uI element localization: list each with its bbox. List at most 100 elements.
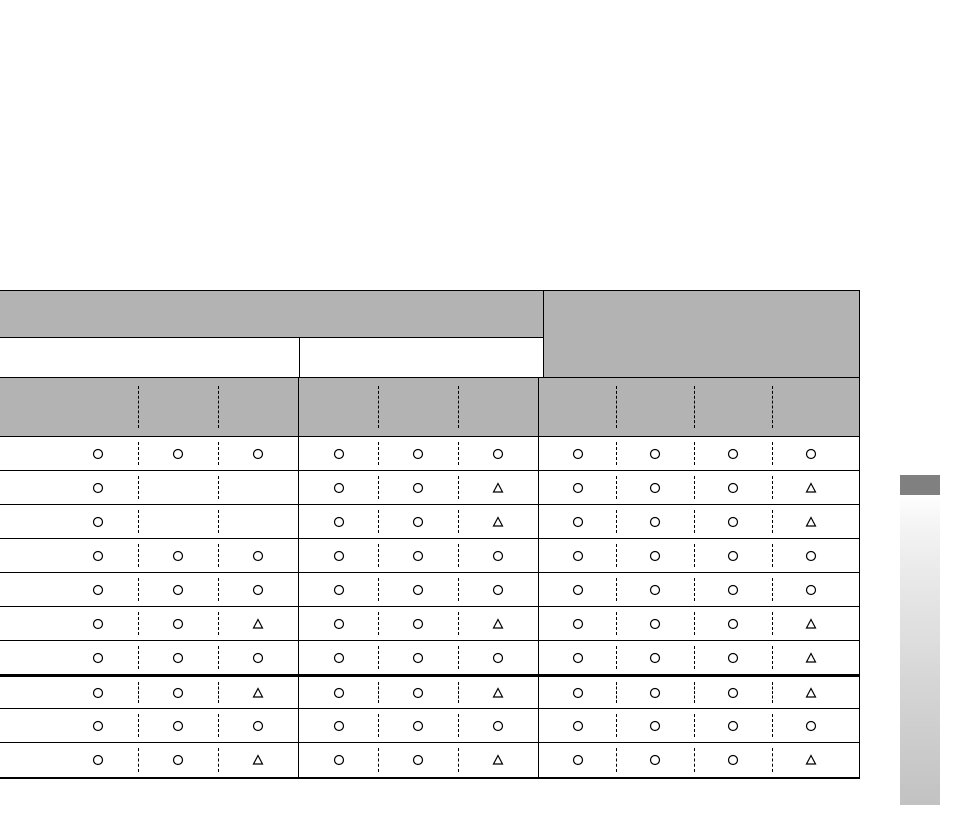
cell [298, 539, 378, 572]
col-head [538, 378, 616, 436]
circle-icon [92, 720, 104, 732]
cell [58, 607, 138, 640]
col-head [616, 378, 694, 436]
cell [378, 505, 458, 538]
triangle-icon [805, 482, 817, 494]
cell [218, 437, 298, 470]
cell [138, 437, 218, 470]
cell [218, 709, 298, 742]
cell [616, 505, 694, 538]
cell [616, 437, 694, 470]
circle-icon [649, 618, 661, 630]
cell [694, 607, 772, 640]
row-label [0, 677, 58, 708]
circle-icon [92, 687, 104, 699]
header-sub-right [544, 337, 859, 377]
cell [538, 641, 616, 674]
cell [58, 573, 138, 606]
cell [616, 573, 694, 606]
row-label [0, 573, 58, 606]
circle-icon [172, 652, 184, 664]
cell [694, 505, 772, 538]
cell [538, 677, 616, 708]
circle-icon [252, 720, 264, 732]
cell [538, 573, 616, 606]
cell [58, 505, 138, 538]
circle-icon [649, 516, 661, 528]
cell [772, 573, 850, 606]
col-head [694, 378, 772, 436]
cell [616, 709, 694, 742]
triangle-icon [805, 754, 817, 766]
cell [772, 539, 850, 572]
circle-icon [727, 550, 739, 562]
page [0, 0, 954, 836]
circle-icon [333, 550, 345, 562]
circle-icon [727, 754, 739, 766]
page-tab-strip [900, 455, 940, 815]
circle-icon [412, 584, 424, 596]
circle-icon [727, 516, 739, 528]
triangle-icon [492, 618, 504, 630]
cell [694, 709, 772, 742]
cell [616, 743, 694, 777]
circle-icon [805, 550, 817, 562]
circle-icon [333, 687, 345, 699]
circle-icon [805, 584, 817, 596]
cell [772, 437, 850, 470]
circle-icon [92, 652, 104, 664]
circle-icon [572, 652, 584, 664]
col-head [378, 378, 458, 436]
cell [58, 539, 138, 572]
cell [458, 743, 538, 777]
table-body [0, 437, 859, 777]
cell [458, 573, 538, 606]
cell [772, 709, 850, 742]
col-head [218, 378, 298, 436]
cell [218, 641, 298, 674]
circle-icon [727, 618, 739, 630]
table-row [0, 437, 859, 471]
col-head [58, 378, 138, 436]
cell [458, 505, 538, 538]
cell [138, 505, 218, 538]
cell [298, 505, 378, 538]
cell [378, 743, 458, 777]
cell [298, 709, 378, 742]
cell [298, 471, 378, 504]
table-row [0, 743, 859, 777]
circle-icon [172, 687, 184, 699]
cell [694, 677, 772, 708]
triangle-icon [252, 618, 264, 630]
cell [138, 709, 218, 742]
cell [138, 471, 218, 504]
cell [138, 641, 218, 674]
cell [298, 743, 378, 777]
triangle-icon [252, 687, 264, 699]
circle-icon [727, 652, 739, 664]
row-label [0, 437, 58, 470]
cell [538, 709, 616, 742]
cell [772, 505, 850, 538]
cell [458, 539, 538, 572]
circle-icon [92, 482, 104, 494]
circle-icon [572, 720, 584, 732]
cell [616, 607, 694, 640]
cell [458, 677, 538, 708]
cell [298, 641, 378, 674]
col-head-label [0, 378, 58, 436]
circle-icon [92, 584, 104, 596]
cell [772, 743, 850, 777]
row-label [0, 607, 58, 640]
triangle-icon [805, 652, 817, 664]
cell [58, 471, 138, 504]
circle-icon [727, 482, 739, 494]
circle-icon [805, 448, 817, 460]
triangle-icon [492, 516, 504, 528]
triangle-icon [492, 687, 504, 699]
row-label [0, 709, 58, 742]
circle-icon [92, 550, 104, 562]
triangle-icon [492, 482, 504, 494]
cell [458, 607, 538, 640]
col-head [458, 378, 538, 436]
